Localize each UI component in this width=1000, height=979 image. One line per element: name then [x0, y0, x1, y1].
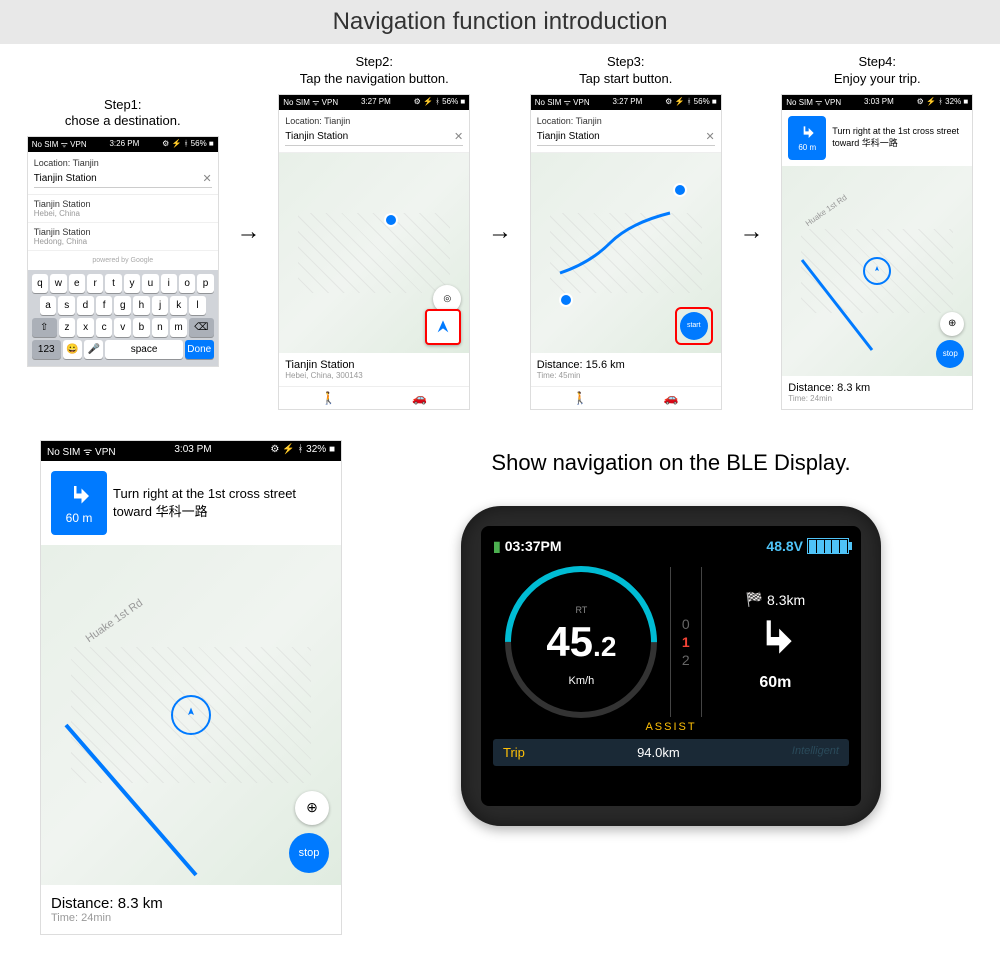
- stop-button[interactable]: stop: [936, 340, 964, 368]
- done-key[interactable]: Done: [185, 340, 214, 359]
- walk-icon[interactable]: 🚶: [321, 391, 336, 405]
- ble-navigation: 🏁8.3km 60m: [702, 567, 849, 717]
- step-2-label: Step2:Tap the navigation button.: [300, 54, 449, 88]
- turn-instruction: Turn right at the 1st cross street towar…: [113, 486, 331, 520]
- transport-modes[interactable]: 🚶 🚗: [279, 386, 469, 409]
- destination-pin-icon: [384, 213, 398, 227]
- trip-bar: Trip 94.0km Intelligent: [493, 739, 849, 766]
- destination-pin-icon: [673, 183, 687, 197]
- turn-right-icon: 60 m: [788, 116, 826, 160]
- flag-icon: 🏁: [746, 591, 763, 608]
- shift-key[interactable]: ⇧: [32, 318, 57, 337]
- space-key[interactable]: space: [105, 340, 182, 359]
- map[interactable]: Huake 1st Rd ⊕ stop: [782, 166, 972, 376]
- status-bar: No SIM ᯤ VPN3:26 PM⚙ ⚡ ᚼ 56% ■: [28, 137, 218, 152]
- arrow-icon: →: [235, 218, 263, 246]
- turn-right-icon: 60 m: [51, 471, 107, 535]
- route-info: Distance: 15.6 km Time: 45min: [531, 353, 721, 386]
- keyboard[interactable]: qwertyuiop asdfghjkl ⇧zxcvbnm⌫ 123😀🎤spac…: [28, 270, 218, 366]
- road-label: Huake 1st Rd: [84, 597, 145, 645]
- suggestion-2[interactable]: Tianjin Station Hedong, China: [28, 223, 218, 251]
- map[interactable]: ◎: [279, 153, 469, 353]
- phone-1: No SIM ᯤ VPN3:26 PM⚙ ⚡ ᚼ 56% ■ Location:…: [27, 136, 219, 367]
- destination-info: Tianjin Station Hebei, China, 300143: [279, 353, 469, 386]
- battery-level-icon: [807, 538, 849, 554]
- start-button[interactable]: start: [675, 307, 713, 345]
- ble-voltage: 48.8V: [766, 538, 849, 555]
- map[interactable]: Huake 1st Rd ⊕ stop: [41, 545, 341, 885]
- assist-label: ASSIST: [493, 721, 849, 733]
- step-1: Step1:chose a destination. No SIM ᯤ VPN3…: [15, 97, 231, 368]
- route-path: [56, 715, 236, 885]
- clear-icon[interactable]: ✕: [706, 130, 715, 143]
- status-bar: No SIM ᯤ VPN3:27 PM⚙ ⚡ ᚼ 56% ■: [531, 95, 721, 110]
- page-title: Navigation function introduction: [0, 0, 1000, 44]
- battery-icon: ▮: [493, 538, 501, 555]
- route-info: Distance: 8.3 km Time: 24min: [41, 885, 341, 934]
- step-3: Step3:Tap start button. No SIM ᯤ VPN3:27…: [518, 54, 734, 410]
- road-label: Huake 1st Rd: [804, 193, 849, 228]
- powered-by: powered by Google: [28, 251, 218, 270]
- ble-display-device: ▮ 03:37PM 48.8V RT 45.2 Km/h: [461, 506, 881, 826]
- turn-right-icon: [750, 612, 800, 670]
- transport-modes[interactable]: 🚶 🚗: [531, 386, 721, 409]
- search-input[interactable]: Tianjin Station✕: [285, 128, 463, 146]
- car-icon[interactable]: 🚗: [412, 391, 427, 405]
- step-1-label: Step1:chose a destination.: [65, 97, 181, 131]
- clear-icon[interactable]: ✕: [203, 172, 212, 185]
- arrow-icon: →: [738, 218, 766, 246]
- phone-3: No SIM ᯤ VPN3:27 PM⚙ ⚡ ᚼ 56% ■ Location:…: [530, 94, 722, 410]
- phone-2: No SIM ᯤ VPN3:27 PM⚙ ⚡ ᚼ 56% ■ Location:…: [278, 94, 470, 410]
- turn-instruction: Turn right at the 1st cross street towar…: [832, 126, 966, 149]
- compass-icon: [863, 257, 891, 285]
- search-input[interactable]: Tianjin Station✕: [34, 170, 212, 188]
- start-pin-icon: [559, 293, 573, 307]
- phone-4: No SIM ᯤ VPN3:03 PM⚙ ⚡ ᚼ 32% ■ 60 m Turn…: [781, 94, 973, 410]
- navigation-button[interactable]: [425, 309, 461, 345]
- route-path: [792, 250, 925, 376]
- steps-row: Step1:chose a destination. No SIM ᯤ VPN3…: [0, 44, 1000, 420]
- step-4-label: Step4:Enjoy your trip.: [834, 54, 921, 88]
- search-box: Location: Tianjin Tianjin Station✕: [28, 152, 218, 195]
- turn-banner: 60 m Turn right at the 1st cross street …: [41, 461, 341, 545]
- walk-icon[interactable]: 🚶: [573, 391, 588, 405]
- speed-gauge: RT 45.2 Km/h: [493, 567, 670, 717]
- backspace-key[interactable]: ⌫: [189, 318, 214, 337]
- location-label: Location: Tianjin: [34, 158, 212, 168]
- recenter-button[interactable]: ⊕: [295, 791, 329, 825]
- status-bar: No SIM ᯤ VPN3:27 PM⚙ ⚡ ᚼ 56% ■: [279, 95, 469, 110]
- step-2: Step2:Tap the navigation button. No SIM …: [267, 54, 483, 410]
- route-info: Distance: 8.3 km Time: 24min: [782, 376, 972, 409]
- ble-title: Show navigation on the BLE Display.: [491, 450, 850, 476]
- recenter-button[interactable]: ⊕: [940, 312, 964, 336]
- phone-large: No SIM ᯤ VPN3:03 PM⚙ ⚡ ᚼ 32% ■ 60 m Turn…: [40, 440, 342, 935]
- suggestion-1[interactable]: Tianjin Station Hebei, China: [28, 195, 218, 223]
- clear-icon[interactable]: ✕: [454, 130, 463, 143]
- search-input[interactable]: Tianjin Station✕: [537, 128, 715, 146]
- stop-button[interactable]: stop: [289, 833, 329, 873]
- map[interactable]: start: [531, 153, 721, 353]
- step-3-label: Step3:Tap start button.: [579, 54, 672, 88]
- num-key[interactable]: 123: [32, 340, 61, 359]
- step-4: Step4:Enjoy your trip. No SIM ᯤ VPN3:03 …: [770, 54, 986, 410]
- status-bar: No SIM ᯤ VPN3:03 PM⚙ ⚡ ᚼ 32% ■: [41, 441, 341, 461]
- lower-section: No SIM ᯤ VPN3:03 PM⚙ ⚡ ᚼ 32% ■ 60 m Turn…: [0, 420, 1000, 955]
- arrow-icon: →: [486, 218, 514, 246]
- car-icon[interactable]: 🚗: [664, 391, 679, 405]
- ble-time: ▮ 03:37PM: [493, 538, 562, 555]
- compass-icon: [171, 695, 211, 735]
- ble-screen: ▮ 03:37PM 48.8V RT 45.2 Km/h: [481, 526, 861, 806]
- search-box: Location: Tianjin Tianjin Station✕: [531, 110, 721, 153]
- status-bar: No SIM ᯤ VPN3:03 PM⚙ ⚡ ᚼ 32% ■: [782, 95, 972, 110]
- assist-level: 0 1 2: [670, 567, 702, 717]
- key[interactable]: q: [32, 274, 48, 293]
- turn-banner: 60 m Turn right at the 1st cross street …: [782, 110, 972, 166]
- ble-column: Show navigation on the BLE Display. ▮ 03…: [382, 440, 960, 826]
- search-box: Location: Tianjin Tianjin Station✕: [279, 110, 469, 153]
